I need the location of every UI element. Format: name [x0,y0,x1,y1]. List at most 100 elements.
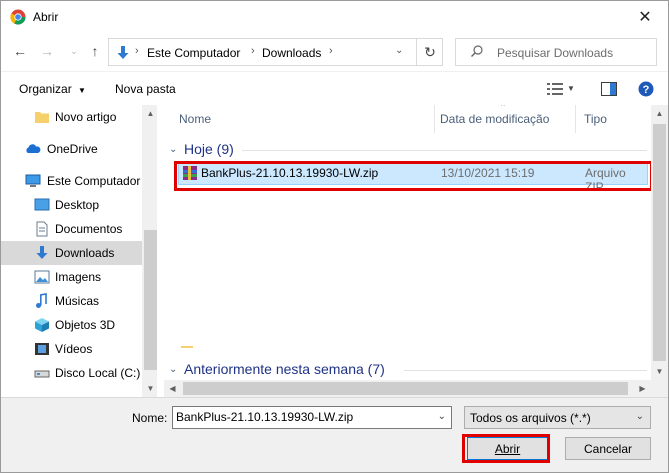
view-options-icon[interactable] [547,83,563,95]
sidebar-item-label: Vídeos [55,342,93,356]
help-icon[interactable]: ? [638,81,654,97]
sidebar-scrollbar[interactable]: ▲ ▼ [142,105,157,397]
sidebar-item-label: Novo artigo [55,110,117,124]
open-file-dialog: Abrir ✕ ← → ⌄ ↑ › Este Computador › Down… [0,0,669,473]
sidebar-item-label: Músicas [55,294,100,308]
sidebar-item-label: Disco Local (C:) [55,366,141,380]
column-header-name[interactable]: Nome [179,105,211,133]
caret-down-icon: ▼ [78,86,86,95]
sidebar-item-imagens[interactable]: Imagens [1,265,142,289]
chevron-down-icon[interactable]: ⌄ [438,411,446,422]
chevron-down-icon: ⌄ [635,411,644,422]
music-icon [36,293,47,308]
column-separator [434,105,435,133]
window-title: Abrir [33,10,59,24]
breadcrumb-this-pc[interactable]: Este Computador [147,46,240,60]
file-type-select[interactable]: Todos os arquivos (*.*) ⌄ [464,406,651,429]
sidebar-item-objetos-3d[interactable]: Objetos 3D [1,313,142,337]
file-name: BankPlus-21.10.13.19930-LW.zip [201,166,379,180]
sort-indicator-icon: ⌃ [499,105,507,112]
horizontal-scrollbar[interactable]: ◀ ▶ [164,380,651,397]
sidebar-item-label: Documentos [55,222,123,236]
cancel-button-label: Cancelar [583,441,633,456]
group-divider [404,370,647,371]
sidebar-item-downloads[interactable]: Downloads [1,241,142,265]
desktop-icon [34,198,50,211]
column-header-type[interactable]: Tipo [584,105,607,133]
file-row[interactable]: BankPlus-21.10.13.19930-LW.zip 13/10/202… [178,161,648,194]
chevron-down-icon[interactable]: ⌄ [169,364,177,375]
scroll-right-icon[interactable]: ▶ [634,380,651,397]
group-today[interactable]: Hoje (9) [184,141,234,157]
images-icon [34,270,50,284]
title-bar: Abrir ✕ [1,1,668,33]
view-dropdown-icon[interactable]: ▼ [567,84,575,93]
refresh-icon: ↻ [424,43,436,60]
close-button[interactable]: ✕ [622,1,668,33]
scroll-up-icon[interactable]: ▲ [651,105,668,122]
column-header-date[interactable]: Data de modificação [440,105,549,133]
sidebar-item-local-disk[interactable]: Disco Local (C:) [1,361,142,385]
sidebar-item-label: Este Computador [47,174,141,188]
folder-icon [35,112,49,123]
file-name-combobox[interactable]: ⌄ [172,406,452,429]
file-type: Arquivo ZIP [585,166,626,194]
breadcrumb-separator-icon: › [135,45,139,57]
sidebar-item-onedrive[interactable]: OneDrive [1,137,142,161]
command-bar: Organizar ▼ Nova pasta ▼ ? [1,71,668,105]
group-this-week[interactable]: Anteriormente nesta semana (7) [184,361,385,377]
zip-archive-icon [183,166,197,180]
sidebar-item-label: Objetos 3D [55,318,116,332]
chrome-icon [10,9,26,25]
sidebar-item-label: OneDrive [47,142,98,156]
svg-text:?: ? [643,84,650,96]
open-button[interactable]: Abrir [467,437,548,460]
breadcrumb-downloads[interactable]: Downloads [262,46,321,60]
scroll-up-icon[interactable]: ▲ [142,105,157,122]
forward-button[interactable]: → [38,42,56,60]
scroll-thumb[interactable] [144,230,157,370]
computer-icon [25,174,41,187]
address-bar[interactable]: › Este Computador › Downloads › ⌄ ↻ [108,38,443,66]
navigation-bar: ← → ⌄ ↑ › Este Computador › Downloads › … [1,33,668,71]
sidebar-item-novo-artigo[interactable]: Novo artigo [1,105,142,129]
column-separator [575,105,576,133]
file-list-scrollbar[interactable]: ▲ ▼ [651,105,668,380]
partial-file-icon [181,346,193,348]
drive-icon [34,370,50,378]
recent-locations-button[interactable]: ⌄ [65,42,83,60]
navigation-pane: Novo artigo OneDrive Este Computador Des… [1,105,157,397]
scroll-left-icon[interactable]: ◀ [164,380,181,397]
sidebar-item-label: Downloads [55,246,115,260]
chevron-down-icon[interactable]: ⌄ [169,144,177,155]
sidebar-item-desktop[interactable]: Desktop [1,193,142,217]
sidebar-item-musicas[interactable]: Músicas [1,289,142,313]
address-dropdown-icon[interactable]: ⌄ [395,45,403,56]
scroll-down-icon[interactable]: ▼ [142,380,157,397]
preview-pane-icon[interactable] [601,82,617,96]
file-list: Nome Data de modificação ⌃ Tipo ⌄ Hoje (… [164,105,651,380]
scroll-thumb[interactable] [183,382,628,395]
sidebar-item-label: Desktop [55,198,100,212]
organize-button[interactable]: Organizar ▼ [19,82,86,96]
sidebar-item-this-pc[interactable]: Este Computador [1,169,142,193]
new-folder-button[interactable]: Nova pasta [115,82,176,96]
search-box[interactable]: Pesquisar Downloads [455,38,657,66]
content-area: Novo artigo OneDrive Este Computador Des… [1,105,668,397]
sidebar-item-videos[interactable]: Vídeos [1,337,142,361]
close-icon: ✕ [638,9,652,26]
scroll-down-icon[interactable]: ▼ [651,363,668,380]
group-divider [242,150,647,151]
back-button[interactable]: ← [11,42,29,60]
refresh-button[interactable]: ↻ [416,39,443,65]
scroll-corner [651,380,668,397]
arrow-left-icon: ← [13,43,27,59]
sidebar-item-documentos[interactable]: Documentos [1,217,142,241]
cancel-button[interactable]: Cancelar [565,437,651,460]
scroll-thumb[interactable] [653,124,666,361]
download-icon [36,246,48,259]
file-type-value: Todos os arquivos (*.*) [470,411,591,425]
file-name-input[interactable] [176,410,426,424]
up-button[interactable]: ↑ [86,42,104,60]
search-placeholder: Pesquisar Downloads [497,46,614,60]
